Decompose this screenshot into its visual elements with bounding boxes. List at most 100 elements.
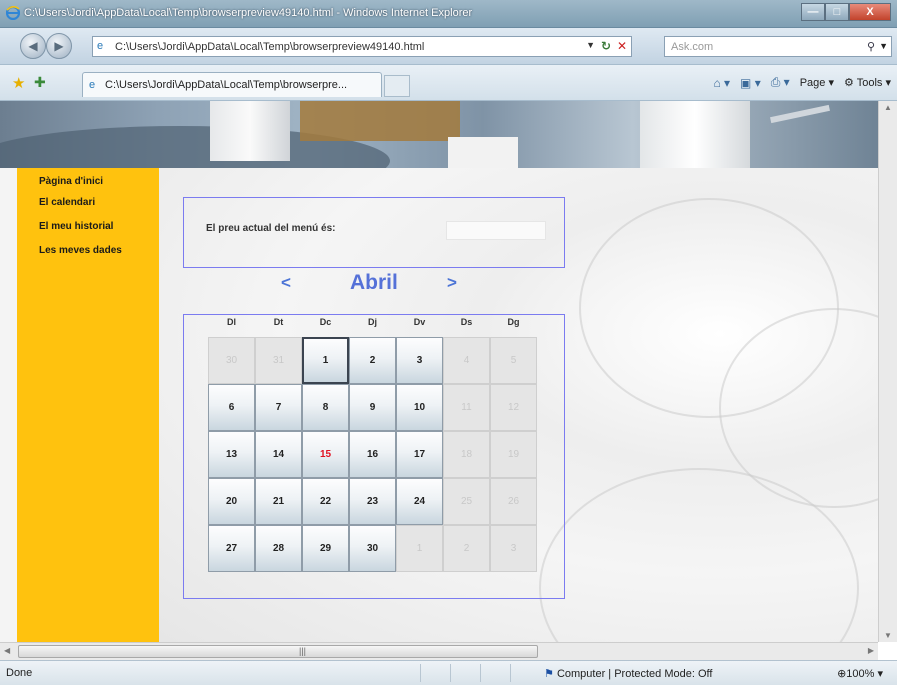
price-field[interactable] <box>446 221 546 240</box>
tab-page-icon: e <box>89 79 96 91</box>
calendar-day[interactable]: 21 <box>255 478 302 525</box>
weekday-label: Dt <box>273 317 284 327</box>
window-controls: — □ X <box>801 3 891 21</box>
calendar-day[interactable]: 24 <box>396 478 443 525</box>
price-label: El preu actual del menú és: <box>206 223 336 234</box>
calendar-day[interactable]: 17 <box>396 431 443 478</box>
weekday-label: Dc <box>319 317 332 327</box>
security-zone[interactable]: ⚑ Computer | Protected Mode: Off <box>544 667 712 680</box>
calendar-day-other-month: 25 <box>443 478 490 525</box>
address-url[interactable]: C:\Users\Jordi\AppData\Local\Temp\browse… <box>115 41 424 53</box>
weekday-label: Dl <box>227 317 236 327</box>
search-dropdown-icon[interactable]: ▼ <box>879 41 888 51</box>
weekday-label: Dg <box>507 317 520 327</box>
calendar-day[interactable]: 16 <box>349 431 396 478</box>
tools-gear-icon: ⚙ <box>844 77 854 89</box>
weekday-header: Dl Dt Dc Dj Dv Ds Dg <box>208 317 537 327</box>
search-box[interactable]: Ask.com ⚲ ▼ <box>664 36 892 57</box>
zoom-level: 100% <box>846 668 875 680</box>
price-panel: El preu actual del menú és: <box>183 197 565 268</box>
calendar-day-other-month: 4 <box>443 337 490 384</box>
minimize-button[interactable]: — <box>801 3 825 21</box>
calendar-day[interactable]: 28 <box>255 525 302 572</box>
sidebar-item-my-data[interactable]: Les meves dades <box>39 245 122 256</box>
calendar-day[interactable]: 27 <box>208 525 255 572</box>
tools-menu-label: Tools <box>856 77 883 89</box>
close-button[interactable]: X <box>849 3 891 21</box>
ie-logo-icon <box>5 5 21 21</box>
calendar-day-other-month: 31 <box>255 337 302 384</box>
browser-tab[interactable]: e C:\Users\Jordi\AppData\Local\Temp\brow… <box>82 72 382 97</box>
search-icon[interactable]: ⚲ <box>867 40 875 53</box>
refresh-icon[interactable]: ↻ <box>601 39 611 53</box>
calendar-day[interactable]: 29 <box>302 525 349 572</box>
grip-icon: ||| <box>299 646 307 656</box>
calendar-day[interactable]: 23 <box>349 478 396 525</box>
tools-menu[interactable]: ⚙ Tools ▾ <box>844 76 891 89</box>
forward-arrow-icon: ▶ <box>54 39 64 53</box>
month-title: Abril <box>350 271 398 294</box>
address-bar[interactable]: e C:\Users\Jordi\AppData\Local\Temp\brow… <box>92 36 632 57</box>
sidebar-item-home[interactable]: Pàgina d'inici <box>39 176 103 187</box>
back-button[interactable]: ◀ <box>20 33 46 59</box>
next-month-button[interactable]: > <box>447 273 457 293</box>
calendar-day-other-month: 30 <box>208 337 255 384</box>
command-bar: ⌂ ▾ ▣ ▾ ⎙ ▾ Page ▾ ⚙ Tools ▾ <box>713 75 891 90</box>
address-toolbar: ◀ ▶ e C:\Users\Jordi\AppData\Local\Temp\… <box>0 28 897 65</box>
computer-zone-icon: ⚑ <box>544 668 554 680</box>
address-dropdown-icon[interactable]: ▼ <box>586 40 595 50</box>
calendar-day-selected[interactable]: 1 <box>302 337 349 384</box>
prev-month-button[interactable]: < <box>281 273 291 293</box>
calendar-day[interactable]: 14 <box>255 431 302 478</box>
calendar-day[interactable]: 3 <box>396 337 443 384</box>
sidebar-item-calendar[interactable]: El calendari <box>39 197 95 208</box>
calendar-day-other-month: 26 <box>490 478 537 525</box>
status-bar: Done ⚑ Computer | Protected Mode: Off ⊕1… <box>0 660 897 685</box>
zone-label: Computer | Protected Mode: Off <box>556 668 713 680</box>
calendar-day[interactable]: 2 <box>349 337 396 384</box>
back-arrow-icon: ◀ <box>28 39 38 53</box>
forward-button[interactable]: ▶ <box>46 33 72 59</box>
calendar-day-other-month: 11 <box>443 384 490 431</box>
feeds-icon[interactable]: ▣ ▾ <box>740 76 761 90</box>
home-icon[interactable]: ⌂ ▾ <box>713 76 730 90</box>
print-icon[interactable]: ⎙ ▾ <box>771 75 790 90</box>
calendar-day[interactable]: 30 <box>349 525 396 572</box>
calendar-day[interactable]: 7 <box>255 384 302 431</box>
title-bar: C:\Users\Jordi\AppData\Local\Temp\browse… <box>0 0 897 28</box>
calendar-day[interactable]: 6 <box>208 384 255 431</box>
weekday-label: Ds <box>460 317 473 327</box>
page-content: Pàgina d'inici El calendari El meu histo… <box>0 101 878 642</box>
calendar-day[interactable]: 8 <box>302 384 349 431</box>
favorites-star-icon[interactable]: ★ <box>12 74 25 92</box>
scroll-down-icon[interactable]: ▼ <box>884 631 892 640</box>
scroll-up-icon[interactable]: ▲ <box>884 103 892 112</box>
calendar-day-today[interactable]: 15 <box>302 431 349 478</box>
calendar-day-other-month: 3 <box>490 525 537 572</box>
scroll-left-icon[interactable]: ◀ <box>4 646 10 655</box>
calendar-day[interactable]: 9 <box>349 384 396 431</box>
add-favorites-icon[interactable]: ✚ <box>34 74 46 91</box>
calendar-day[interactable]: 22 <box>302 478 349 525</box>
maximize-button[interactable]: □ <box>825 3 849 21</box>
calendar-day-other-month: 18 <box>443 431 490 478</box>
scroll-right-icon[interactable]: ▶ <box>868 646 874 655</box>
horizontal-scrollbar[interactable]: ◀ ||| ▶ <box>0 642 878 660</box>
horizontal-scroll-thumb[interactable]: ||| <box>18 645 538 658</box>
calendar-day[interactable]: 13 <box>208 431 255 478</box>
stop-icon[interactable]: ✕ <box>617 39 627 53</box>
calendar-day[interactable]: 10 <box>396 384 443 431</box>
page-menu-label: Page <box>799 77 826 89</box>
calendar-day-other-month: 1 <box>396 525 443 572</box>
page-menu[interactable]: Page ▾ <box>800 76 834 89</box>
calendar-day[interactable]: 20 <box>208 478 255 525</box>
sidebar: Pàgina d'inici El calendari El meu histo… <box>17 168 159 642</box>
sidebar-item-history[interactable]: El meu historial <box>39 221 113 232</box>
search-placeholder[interactable]: Ask.com <box>671 41 713 53</box>
tab-toolbar: ★ ✚ e C:\Users\Jordi\AppData\Local\Temp\… <box>0 65 897 101</box>
new-tab-button[interactable] <box>384 75 410 97</box>
vertical-scrollbar[interactable]: ▲ ▼ <box>878 101 897 642</box>
zoom-control[interactable]: ⊕100% ▾ <box>837 667 883 680</box>
calendar-grid: 30 31 1 2 3 4 5 6 7 8 9 10 11 12 13 14 15 16 17 18 19 20 21 22 2… <box>208 337 537 572</box>
weekday-label: Dj <box>368 317 377 327</box>
